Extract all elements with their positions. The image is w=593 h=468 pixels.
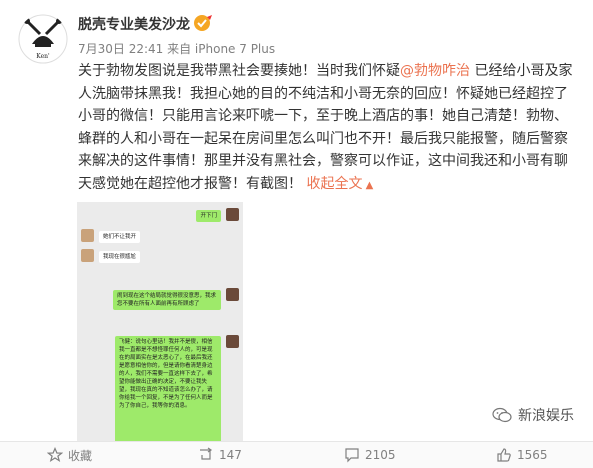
avatar-logo-icon: Ken' [18,14,68,64]
member-badge-icon[interactable] [193,14,213,32]
svg-text:Ken': Ken' [36,53,50,60]
wechat-icon [492,407,512,423]
chat-message: 我现在很尴尬 [99,251,141,263]
action-bar: 收藏 147 2105 1565 [0,441,593,468]
post-text-body: 已经给小哥及家人洗脑带抹黑我！我担心她的目的不纯洁和小哥无奈的回应！怀疑她已经超… [78,63,573,192]
chat-message: 闹到现在这个结局就觉得很没意思，我求您不要在所有人面前再有所顾虑了 [113,290,221,310]
chat-screenshot-image[interactable]: 开下门 她们不让我开 我现在很尴尬 闹到现在这个结局就觉得很没意思，我求您不要在… [77,202,243,442]
chevron-up-icon[interactable]: ▲ [362,180,374,191]
favorite-button[interactable]: 收藏 [47,442,92,468]
comment-icon [345,448,359,463]
star-icon [47,447,63,463]
chat-message: 她们不让我开 [99,231,141,243]
chat-avatar-icon [226,288,239,301]
chat-message: 开下门 [196,210,221,222]
watermark-text: 新浪娱乐 [518,408,574,424]
post-content: 关于勃物发图说是我带黑社会要揍她！当时我们怀疑@勃物咋治 已经给小哥及家人洗脑带… [78,60,578,197]
favorite-label: 收藏 [68,448,93,463]
comment-button[interactable]: 2105 [344,442,396,468]
like-button[interactable]: 1565 [496,442,548,468]
avatar[interactable]: Ken' [18,14,68,64]
mention-link[interactable]: @勃物咋治 [400,63,470,79]
repost-icon [200,447,213,460]
repost-button[interactable]: 147 [198,442,242,468]
like-count: 1565 [517,448,548,462]
watermark: 新浪娱乐 [492,405,574,425]
thumbs-up-icon [497,448,511,462]
username[interactable]: 脱壳专业美发沙龙 [78,14,190,34]
comment-count: 2105 [365,448,396,462]
repost-count: 147 [219,448,242,462]
chat-message: 飞健：说句心里话！我并不是傻，相信我一直都是不想怪罪任何人的，可是现在的局面实在… [115,336,221,442]
post-text-before-mention: 关于勃物发图说是我带黑社会要揍她！当时我们怀疑 [78,63,400,79]
chat-avatar-icon [81,229,94,242]
post-meta: 7月30日 22:41 来自 iPhone 7 Plus [78,42,276,56]
chat-avatar-icon [226,208,239,221]
chat-avatar-icon [226,335,239,348]
chat-avatar-icon [81,249,94,262]
collapse-button[interactable]: 收起全文 [306,176,362,192]
